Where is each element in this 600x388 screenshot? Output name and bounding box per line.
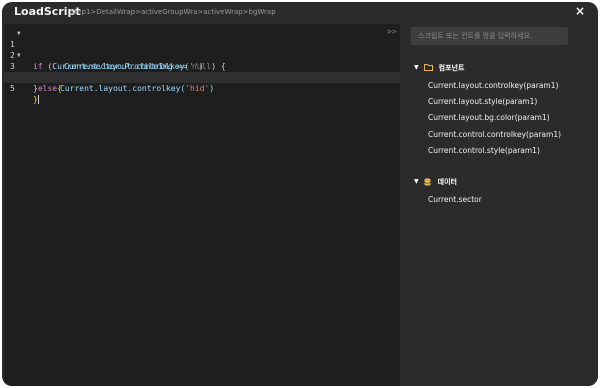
group-header-components[interactable]: ▼ 컴포넌트 xyxy=(414,62,464,73)
script-reference-panel: ▼ 컴포넌트 Current.layout.controlkey(param1)… xyxy=(402,24,598,386)
search-input[interactable] xyxy=(411,27,568,45)
title-bar: LoadScript Step1>DetailWrap>activeGroupW… xyxy=(2,2,598,22)
breadcrumb: Step1>DetailWrap>activeGroupWra>activeWr… xyxy=(70,8,276,16)
code-line-2[interactable]: 2 Current.layout.controlkey('') xyxy=(4,39,400,71)
caret-down-icon: ▼ xyxy=(414,178,419,185)
folder-icon xyxy=(423,64,433,71)
code-line-1[interactable]: 1 ▼ if (Current.sector.ProfileImg == nul… xyxy=(4,28,400,71)
code-line-5[interactable]: 5 } xyxy=(4,72,400,104)
list-item[interactable]: Current.control.controlkey(param1) xyxy=(428,130,561,139)
list-item[interactable]: Current.layout.bg.color(param1) xyxy=(428,113,550,122)
code-text: Current.layout.controlkey('hid') xyxy=(60,84,215,93)
code-line-4[interactable]: 4 Current.layout.controlkey('hid') xyxy=(4,61,400,93)
list-item[interactable]: Current.layout.controlkey(param1) xyxy=(428,81,558,90)
group-header-data[interactable]: ▼ 데이터 xyxy=(414,176,457,187)
fold-arrow-icon[interactable]: ▼ xyxy=(17,28,21,39)
fold-arrow-icon[interactable]: ▼ xyxy=(17,50,21,61)
code-editor[interactable]: >> 1 ▼ if (Current.sector.ProfileImg == … xyxy=(4,24,400,386)
list-item[interactable]: Current.sector xyxy=(428,195,482,204)
code-text: }else{ xyxy=(33,84,62,93)
code-line-3[interactable]: 3 ▼ }else{ xyxy=(4,50,400,93)
text-cursor xyxy=(37,95,39,104)
database-icon xyxy=(423,177,431,186)
list-item[interactable]: Current.control.style(param1) xyxy=(428,146,540,155)
load-script-dialog: LoadScript Step1>DetailWrap>activeGroupW… xyxy=(2,2,598,386)
close-icon[interactable]: × xyxy=(575,5,585,17)
line-number: 5 xyxy=(10,84,15,93)
caret-down-icon: ▼ xyxy=(414,64,419,71)
list-item[interactable]: Current.layout.style(param1) xyxy=(428,97,537,106)
group-label: 컴포넌트 xyxy=(438,63,465,72)
group-label: 데이터 xyxy=(437,177,457,186)
code-text: } xyxy=(33,95,39,104)
